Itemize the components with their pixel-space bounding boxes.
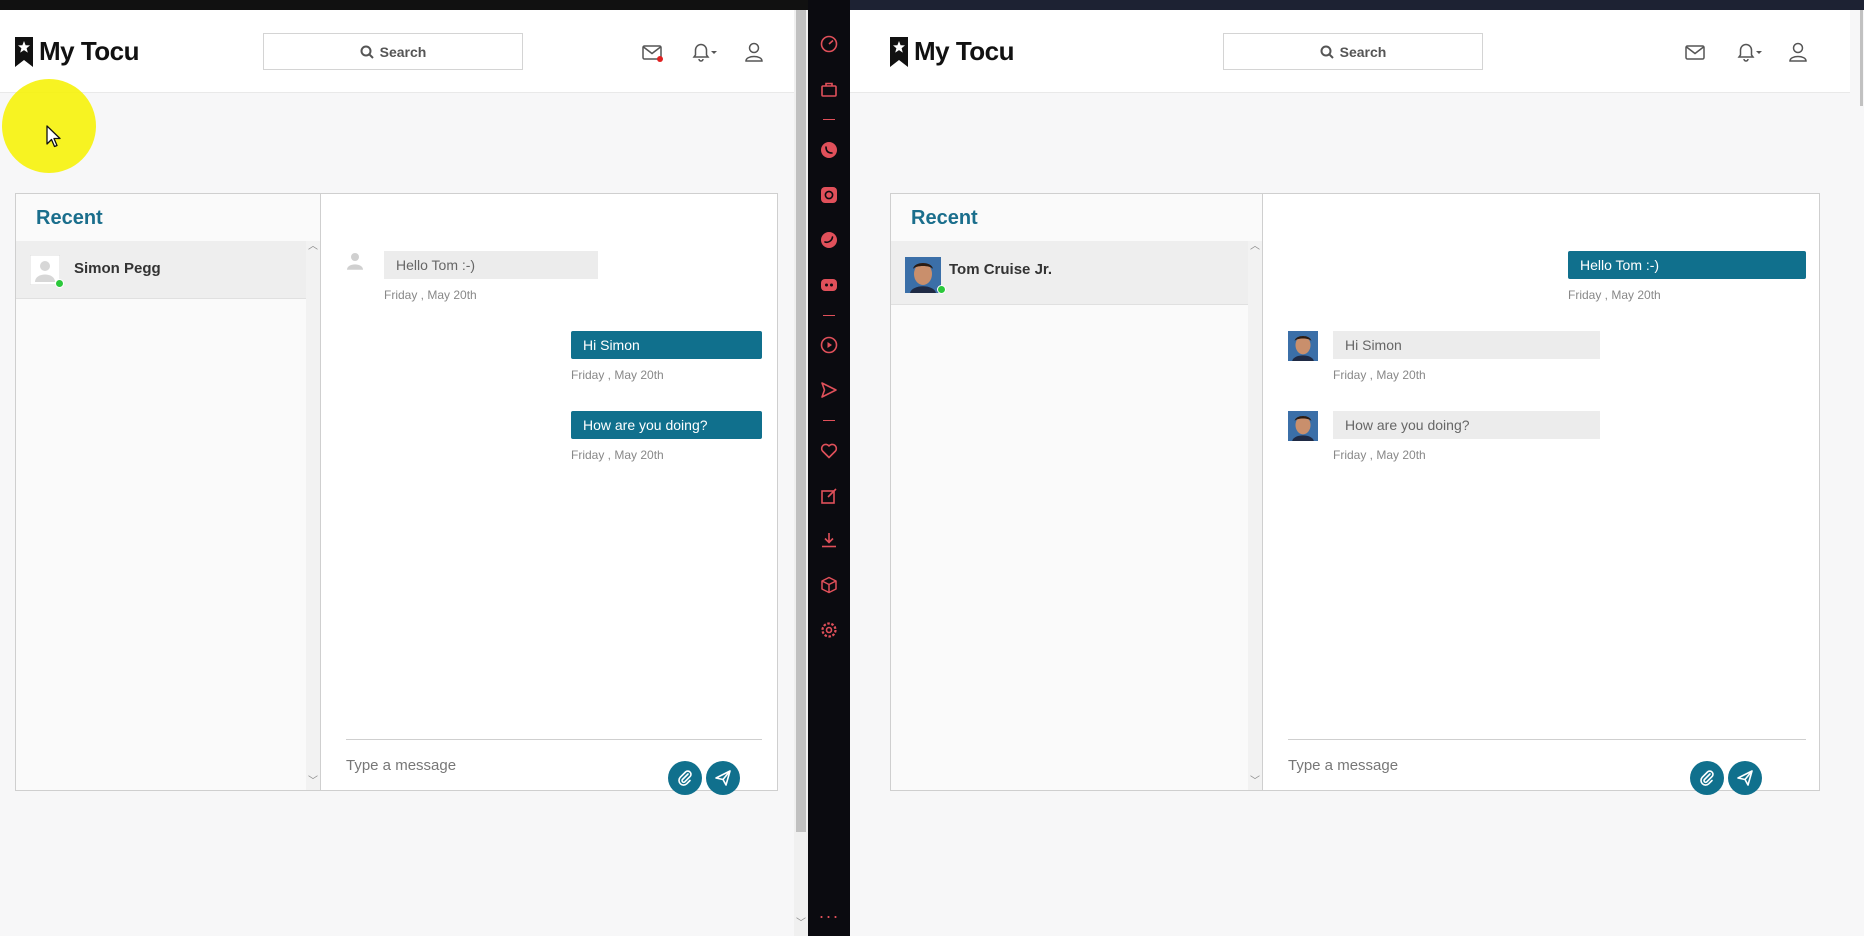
message-date: Friday , May 20th [571, 368, 664, 382]
online-indicator [55, 279, 64, 288]
app-dock: ··· [808, 0, 850, 936]
recent-title: Recent [36, 207, 103, 229]
message-date: Friday , May 20th [1568, 288, 1661, 302]
search-label: Search [379, 43, 427, 60]
scrollbar-thumb[interactable] [1860, 10, 1863, 106]
scroll-down-arrow[interactable]: ﹀ [794, 918, 808, 930]
online-indicator [937, 285, 946, 294]
heart-icon[interactable] [819, 441, 839, 461]
edit-icon[interactable] [819, 486, 839, 506]
left-browser-window: My Tocu Search Recent Simon Pegg ︿ ﹀ Hel… [0, 10, 808, 936]
send-icon [715, 770, 731, 786]
download-icon[interactable] [819, 530, 839, 550]
search-input[interactable]: Search [1223, 33, 1483, 70]
paperclip-icon [1700, 770, 1714, 786]
message-bubble: Hello Tom :-) [1568, 251, 1806, 279]
message-input[interactable] [346, 753, 646, 777]
message-bubble: How are you doing? [1333, 411, 1600, 439]
default-avatar-icon [347, 253, 363, 270]
bookmark-star-icon [890, 36, 908, 67]
logo-text: My Tocu [914, 36, 1015, 66]
dock-separator [823, 119, 835, 120]
scrollbar-thumb[interactable] [796, 10, 806, 832]
app-header: My Tocu Search [0, 10, 808, 93]
messages-panel: Hello Tom :-) Friday , May 20th Hi Simon… [1263, 194, 1819, 795]
message-bubble: How are you doing? [571, 411, 762, 439]
mail-icon[interactable] [640, 40, 664, 64]
message-date: Friday , May 20th [571, 448, 664, 462]
scroll-down-arrow[interactable]: ﹀ [1248, 776, 1262, 788]
composer-divider [1288, 739, 1806, 740]
search-icon [1320, 45, 1334, 59]
photo-avatar-icon [1288, 331, 1318, 361]
send-button[interactable] [1728, 761, 1762, 795]
box-icon[interactable] [819, 575, 839, 595]
send-icon[interactable] [819, 380, 839, 400]
contact-item[interactable]: Tom Cruise Jr. [891, 241, 1248, 305]
dock-separator [823, 315, 835, 316]
bag-icon[interactable] [819, 79, 839, 99]
user-icon[interactable] [742, 40, 766, 64]
contacts-scrollbar[interactable]: ︿ ﹀ [306, 241, 320, 790]
chat-card: Recent Simon Pegg ︿ ﹀ Hello Tom :-) Frid… [15, 193, 778, 795]
settings-icon[interactable] [819, 620, 839, 640]
bookmark-star-icon [15, 36, 33, 67]
left-page-scrollbar[interactable]: ﹀ [794, 10, 808, 936]
search-label: Search [1339, 43, 1387, 60]
search-input[interactable]: Search [263, 33, 523, 70]
logo[interactable]: My Tocu [15, 36, 140, 67]
recent-panel: Recent Tom Cruise Jr. ︿ ﹀ [891, 194, 1263, 790]
mail-icon[interactable] [1683, 40, 1707, 64]
message-bubble: Hello Tom :-) [384, 251, 598, 279]
twitter-icon[interactable] [819, 230, 839, 250]
recent-panel: Recent Simon Pegg ︿ ﹀ [16, 194, 321, 790]
dock-separator [823, 420, 835, 421]
contact-name: Simon Pegg [74, 260, 161, 277]
message-date: Friday , May 20th [1333, 368, 1426, 382]
composer-divider [346, 739, 762, 740]
screen-top-strip-right [850, 0, 1864, 10]
photo-avatar-icon [1288, 411, 1318, 441]
messages-panel: Hello Tom :-) Friday , May 20th Hi Simon… [321, 194, 777, 795]
right-browser-window: My Tocu Search Recent Tom Cruise Jr. ︿ ﹀… [850, 10, 1864, 936]
scroll-up-arrow[interactable]: ︿ [1248, 241, 1262, 253]
whatsapp-icon[interactable] [819, 140, 839, 160]
right-page-scrollbar[interactable] [1850, 10, 1864, 936]
send-icon [1737, 770, 1753, 786]
message-input[interactable] [1288, 753, 1648, 777]
contact-item[interactable]: Simon Pegg [16, 241, 307, 299]
search-icon [360, 45, 374, 59]
bell-icon[interactable] [1733, 40, 1765, 64]
message-bubble: Hi Simon [571, 331, 762, 359]
paperclip-icon [678, 770, 692, 786]
attach-button[interactable] [668, 761, 702, 795]
gauge-icon[interactable] [819, 34, 839, 54]
logo[interactable]: My Tocu [890, 36, 1015, 67]
contacts-scrollbar[interactable]: ︿ ﹀ [1248, 241, 1262, 790]
discord-icon[interactable] [819, 275, 839, 295]
mouse-cursor-icon [46, 125, 61, 148]
user-icon[interactable] [1786, 40, 1810, 64]
logo-text: My Tocu [39, 36, 140, 66]
app-header: My Tocu Search [850, 10, 1864, 93]
play-icon[interactable] [819, 335, 839, 355]
attach-button[interactable] [1690, 761, 1724, 795]
scroll-up-arrow[interactable]: ︿ [306, 241, 320, 253]
scroll-down-arrow[interactable]: ﹀ [306, 776, 320, 788]
chat-card: Recent Tom Cruise Jr. ︿ ﹀ Hello Tom :-) … [890, 193, 1820, 795]
photo-avatar-icon [905, 257, 941, 293]
more-icon[interactable]: ··· [808, 906, 850, 927]
bell-icon[interactable] [688, 40, 720, 64]
message-bubble: Hi Simon [1333, 331, 1600, 359]
contact-name: Tom Cruise Jr. [949, 261, 1053, 278]
send-button[interactable] [706, 761, 740, 795]
recent-title: Recent [911, 207, 978, 229]
instagram-icon[interactable] [819, 185, 839, 205]
message-date: Friday , May 20th [384, 288, 477, 302]
screen-top-strip [0, 0, 808, 10]
message-date: Friday , May 20th [1333, 448, 1426, 462]
